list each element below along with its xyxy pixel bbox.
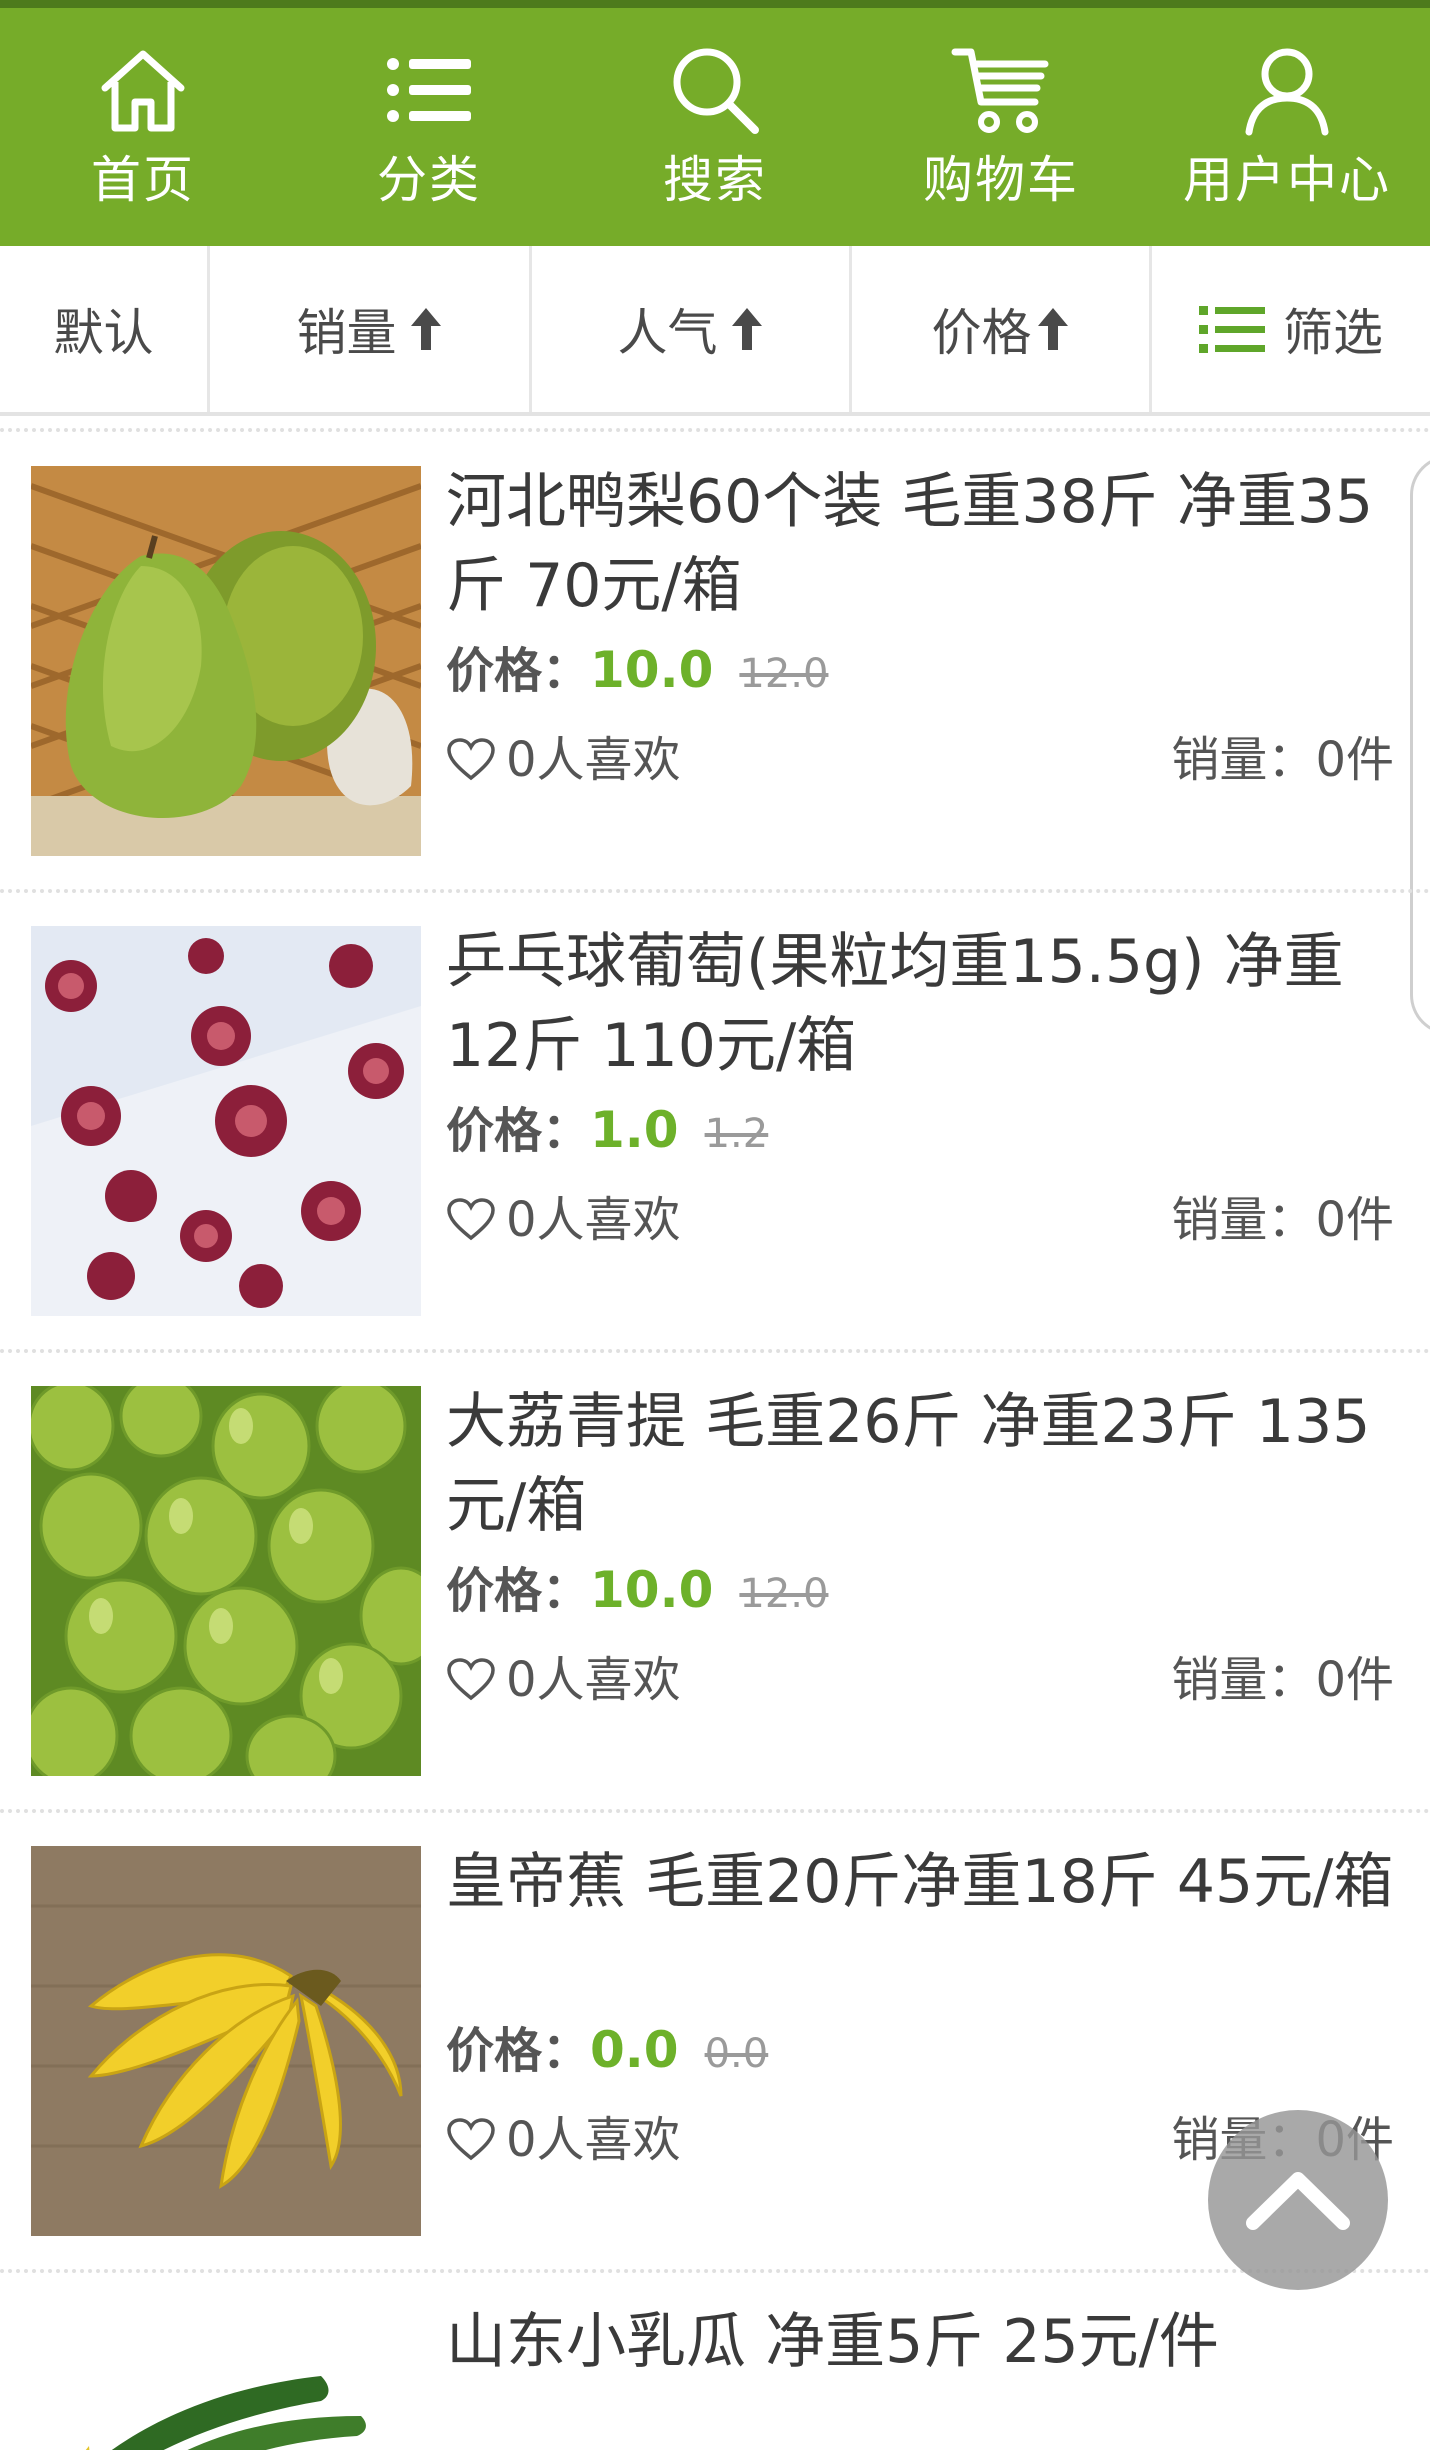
sort-filter-label: 筛选 [1283,304,1383,362]
nav-user-center[interactable]: 用户中心 [1144,8,1430,246]
sales-unit: 件 [1345,732,1394,788]
search-icon [665,40,765,140]
sort-filter[interactable]: 筛选 [1152,246,1430,412]
original-price: 12.0 [739,1571,829,1617]
likes-label: 人喜欢 [536,732,681,788]
nav-search[interactable]: 搜索 [572,8,858,246]
like-row: 0 人喜欢 [446,1190,681,1250]
sales-info: 销量：0件 [1171,1650,1394,1710]
product-image-grape[interactable] [31,926,421,1316]
arrow-up-icon [730,306,764,352]
nav-user-center-label: 用户中心 [1183,151,1391,209]
product-title[interactable]: 大荔青提 毛重26斤 净重23斤 135元/箱 [446,1380,1396,1548]
price-label: 价格： [446,2023,591,2079]
product-item[interactable]: 河北鸭梨60个装 毛重38斤 净重35斤 70元/箱 价格：10.0 12.0 0… [0,430,1430,890]
heart-icon[interactable] [446,738,496,782]
sort-price[interactable]: 价格 [852,246,1152,412]
product-item[interactable]: 大荔青提 毛重26斤 净重23斤 135元/箱 价格：10.0 12.0 0 人喜欢… [0,1350,1430,1810]
price-row: 价格：1.0 1.2 [446,1100,768,1164]
price-row: 价格：10.0 12.0 [446,640,828,704]
price-label: 价格： [446,1103,591,1159]
sales-label: 销量： [1171,732,1316,788]
current-price: 1.0 [590,1101,679,1159]
sales-count: 0 [1315,1652,1346,1708]
nav-cart-label: 购物车 [923,151,1079,209]
sales-unit: 件 [1345,1192,1394,1248]
arrow-up-icon [409,306,443,352]
price-label: 价格： [446,643,591,699]
sort-default-label: 默认 [53,304,154,362]
sort-popularity-label: 人气 [617,304,718,362]
cart-icon [951,40,1051,140]
heart-icon[interactable] [446,1198,496,1242]
product-item[interactable]: 山东小乳瓜 净重5斤 25元/件 [0,2270,1430,2450]
original-price: 12.0 [739,651,829,697]
current-price: 10.0 [590,1561,714,1619]
sort-sales-label: 销量 [296,304,397,362]
like-row: 0 人喜欢 [446,2110,681,2170]
price-label: 价格： [446,1563,591,1619]
like-row: 0 人喜欢 [446,1650,681,1710]
price-row: 价格：0.0 0.0 [446,2020,768,2084]
likes-label: 人喜欢 [536,1192,681,1248]
heart-icon[interactable] [446,1658,496,1702]
product-image-green-grape[interactable] [31,1386,421,1776]
likes-count: 0 [506,2112,537,2168]
product-image-cucumber[interactable] [31,2306,421,2450]
sales-unit: 件 [1345,1652,1394,1708]
home-icon [93,40,193,140]
likes-count: 0 [506,732,537,788]
sales-count: 0 [1315,1192,1346,1248]
product-image-pear[interactable] [31,466,421,856]
price-row: 价格：10.0 12.0 [446,1560,828,1624]
chevron-up-icon [1243,2163,1353,2237]
product-title[interactable]: 山东小乳瓜 净重5斤 25元/件 [446,2300,1396,2384]
top-nav-bar: 首页 分类 搜索 购物车 用户中心 [0,8,1430,246]
product-image-banana[interactable] [31,1846,421,2236]
arrow-up-icon [1036,306,1070,352]
list-icon [379,40,479,140]
back-to-top-button[interactable] [1208,2110,1388,2290]
product-title[interactable]: 河北鸭梨60个装 毛重38斤 净重35斤 70元/箱 [446,460,1396,628]
nav-search-label: 搜索 [663,151,767,209]
likes-count: 0 [506,1192,537,1248]
sales-label: 销量： [1171,1652,1316,1708]
nav-category[interactable]: 分类 [286,8,572,246]
sales-count: 0 [1315,732,1346,788]
sort-bar: 默认 销量 人气 价格 筛选 [0,246,1430,416]
nav-home[interactable]: 首页 [0,8,286,246]
product-title[interactable]: 皇帝蕉 毛重20斤净重18斤 45元/箱 [446,1840,1396,1924]
heart-icon[interactable] [446,2118,496,2162]
original-price: 0.0 [704,2031,769,2077]
nav-category-label: 分类 [377,151,481,209]
original-price: 1.2 [704,1111,769,1157]
sales-label: 销量： [1171,1192,1316,1248]
sort-price-label: 价格 [931,304,1032,362]
product-item[interactable]: 乒乓球葡萄(果粒均重15.5g) 净重12斤 110元/箱 价格：1.0 1.2 … [0,890,1430,1350]
nav-home-label: 首页 [91,151,195,209]
sort-sales[interactable]: 销量 [210,246,532,412]
sort-default[interactable]: 默认 [0,246,210,412]
user-icon [1237,40,1337,140]
nav-cart[interactable]: 购物车 [858,8,1144,246]
likes-label: 人喜欢 [536,1652,681,1708]
sales-info: 销量：0件 [1171,730,1394,790]
likes-count: 0 [506,1652,537,1708]
filter-list-icon [1199,303,1265,355]
product-title[interactable]: 乒乓球葡萄(果粒均重15.5g) 净重12斤 110元/箱 [446,920,1396,1088]
sales-info: 销量：0件 [1171,1190,1394,1250]
likes-label: 人喜欢 [536,2112,681,2168]
current-price: 10.0 [590,641,714,699]
like-row: 0 人喜欢 [446,730,681,790]
current-price: 0.0 [590,2021,679,2079]
status-strip [0,0,1430,8]
sort-popularity[interactable]: 人气 [532,246,852,412]
